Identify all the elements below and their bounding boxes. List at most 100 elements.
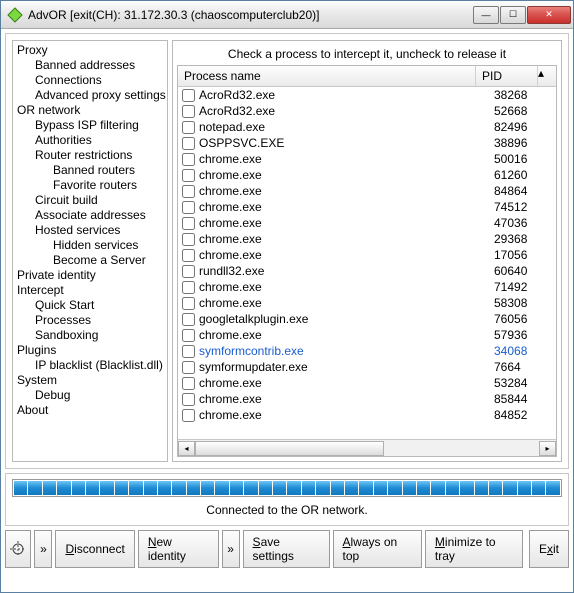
- progress-segment: [417, 481, 430, 495]
- process-checkbox[interactable]: [182, 361, 195, 374]
- table-row[interactable]: chrome.exe74512: [178, 199, 556, 215]
- process-checkbox[interactable]: [182, 105, 195, 118]
- table-row[interactable]: chrome.exe85844: [178, 391, 556, 407]
- table-row[interactable]: chrome.exe29368: [178, 231, 556, 247]
- table-row[interactable]: chrome.exe84852: [178, 407, 556, 423]
- sidebar-item-proxy[interactable]: Proxy: [13, 43, 167, 58]
- titlebar: AdvOR [exit(CH): 31.172.30.3 (chaoscompu…: [1, 1, 573, 29]
- sidebar-item-authorities[interactable]: Authorities: [13, 133, 167, 148]
- table-row[interactable]: AcroRd32.exe38268: [178, 87, 556, 103]
- sidebar-item-debug[interactable]: Debug: [13, 388, 167, 403]
- maximize-button[interactable]: ☐: [500, 6, 526, 24]
- process-checkbox[interactable]: [182, 265, 195, 278]
- col-pid[interactable]: PID: [476, 66, 538, 86]
- sidebar-item-sandboxing[interactable]: Sandboxing: [13, 328, 167, 343]
- table-row[interactable]: chrome.exe17056: [178, 247, 556, 263]
- process-checkbox[interactable]: [182, 345, 195, 358]
- process-checkbox[interactable]: [182, 185, 195, 198]
- sidebar-item-or-network[interactable]: OR network: [13, 103, 167, 118]
- process-pid: 71492: [494, 279, 554, 295]
- process-name: chrome.exe: [199, 247, 494, 263]
- sidebar-item-system[interactable]: System: [13, 373, 167, 388]
- process-name: chrome.exe: [199, 183, 494, 199]
- table-row[interactable]: googletalkplugin.exe76056: [178, 311, 556, 327]
- process-checkbox[interactable]: [182, 281, 195, 294]
- sidebar-item-plugins[interactable]: Plugins: [13, 343, 167, 358]
- sidebar-item-hosted-services[interactable]: Hosted services: [13, 223, 167, 238]
- always-on-top-button[interactable]: Always on top: [333, 530, 422, 568]
- save-settings-button[interactable]: Save settings: [243, 530, 330, 568]
- sidebar-item-become-a-server[interactable]: Become a Server: [13, 253, 167, 268]
- sidebar-item-ip-blacklist-blacklist-dll-[interactable]: IP blacklist (Blacklist.dll): [13, 358, 167, 373]
- process-checkbox[interactable]: [182, 297, 195, 310]
- progress-segment: [431, 481, 444, 495]
- sidebar-item-quick-start[interactable]: Quick Start: [13, 298, 167, 313]
- process-name: chrome.exe: [199, 199, 494, 215]
- scroll-track[interactable]: [195, 441, 539, 456]
- process-checkbox[interactable]: [182, 393, 195, 406]
- sidebar-item-banned-routers[interactable]: Banned routers: [13, 163, 167, 178]
- process-checkbox[interactable]: [182, 329, 195, 342]
- process-checkbox[interactable]: [182, 313, 195, 326]
- process-name: chrome.exe: [199, 375, 494, 391]
- table-row[interactable]: chrome.exe57936: [178, 327, 556, 343]
- table-row[interactable]: chrome.exe47036: [178, 215, 556, 231]
- process-checkbox[interactable]: [182, 121, 195, 134]
- process-checkbox[interactable]: [182, 377, 195, 390]
- minimize-to-tray-button[interactable]: Minimize to tray: [425, 530, 523, 568]
- table-row[interactable]: AcroRd32.exe52668: [178, 103, 556, 119]
- process-checkbox[interactable]: [182, 249, 195, 262]
- col-process-name[interactable]: Process name: [178, 66, 476, 86]
- process-checkbox[interactable]: [182, 233, 195, 246]
- disconnect-button[interactable]: Disconnect: [55, 530, 134, 568]
- table-row[interactable]: chrome.exe71492: [178, 279, 556, 295]
- table-row[interactable]: symformcontrib.exe34068: [178, 343, 556, 359]
- sidebar-item-advanced-proxy-settings[interactable]: Advanced proxy settings: [13, 88, 167, 103]
- process-checkbox[interactable]: [182, 201, 195, 214]
- sidebar-item-banned-addresses[interactable]: Banned addresses: [13, 58, 167, 73]
- new-identity-more-button[interactable]: »: [222, 530, 240, 568]
- sidebar-item-private-identity[interactable]: Private identity: [13, 268, 167, 283]
- sidebar-tree[interactable]: ProxyBanned addressesConnectionsAdvanced…: [12, 40, 168, 462]
- process-checkbox[interactable]: [182, 89, 195, 102]
- table-row[interactable]: rundll32.exe60640: [178, 263, 556, 279]
- scroll-left-button[interactable]: ◂: [178, 441, 195, 456]
- process-checkbox[interactable]: [182, 137, 195, 150]
- table-row[interactable]: chrome.exe84864: [178, 183, 556, 199]
- sidebar-item-router-restrictions[interactable]: Router restrictions: [13, 148, 167, 163]
- sidebar-item-favorite-routers[interactable]: Favorite routers: [13, 178, 167, 193]
- table-row[interactable]: chrome.exe58308: [178, 295, 556, 311]
- close-button[interactable]: ✕: [527, 6, 571, 24]
- sidebar-item-associate-addresses[interactable]: Associate addresses: [13, 208, 167, 223]
- process-checkbox[interactable]: [182, 409, 195, 422]
- process-name: googletalkplugin.exe: [199, 311, 494, 327]
- table-body[interactable]: AcroRd32.exe38268AcroRd32.exe52668notepa…: [178, 87, 556, 439]
- target-icon-button[interactable]: [5, 530, 31, 568]
- table-header[interactable]: Process name PID ▴: [178, 66, 556, 87]
- minimize-button[interactable]: —: [473, 6, 499, 24]
- scroll-thumb[interactable]: [195, 441, 384, 456]
- sidebar-item-hidden-services[interactable]: Hidden services: [13, 238, 167, 253]
- horizontal-scrollbar[interactable]: ◂ ▸: [178, 439, 556, 456]
- table-row[interactable]: chrome.exe61260: [178, 167, 556, 183]
- scroll-right-button[interactable]: ▸: [539, 441, 556, 456]
- process-pid: 84864: [494, 183, 554, 199]
- table-row[interactable]: chrome.exe50016: [178, 151, 556, 167]
- target-more-button[interactable]: »: [34, 530, 52, 568]
- col-scroll-up[interactable]: ▴: [538, 66, 556, 86]
- table-row[interactable]: notepad.exe82496: [178, 119, 556, 135]
- sidebar-item-processes[interactable]: Processes: [13, 313, 167, 328]
- sidebar-item-connections[interactable]: Connections: [13, 73, 167, 88]
- process-checkbox[interactable]: [182, 153, 195, 166]
- new-identity-button[interactable]: New identity: [138, 530, 219, 568]
- process-checkbox[interactable]: [182, 217, 195, 230]
- sidebar-item-intercept[interactable]: Intercept: [13, 283, 167, 298]
- exit-button[interactable]: Exit: [529, 530, 569, 568]
- process-checkbox[interactable]: [182, 169, 195, 182]
- table-row[interactable]: symformupdater.exe7664: [178, 359, 556, 375]
- table-row[interactable]: chrome.exe53284: [178, 375, 556, 391]
- sidebar-item-about[interactable]: About: [13, 403, 167, 418]
- sidebar-item-bypass-isp-filtering[interactable]: Bypass ISP filtering: [13, 118, 167, 133]
- sidebar-item-circuit-build[interactable]: Circuit build: [13, 193, 167, 208]
- table-row[interactable]: OSPPSVC.EXE38896: [178, 135, 556, 151]
